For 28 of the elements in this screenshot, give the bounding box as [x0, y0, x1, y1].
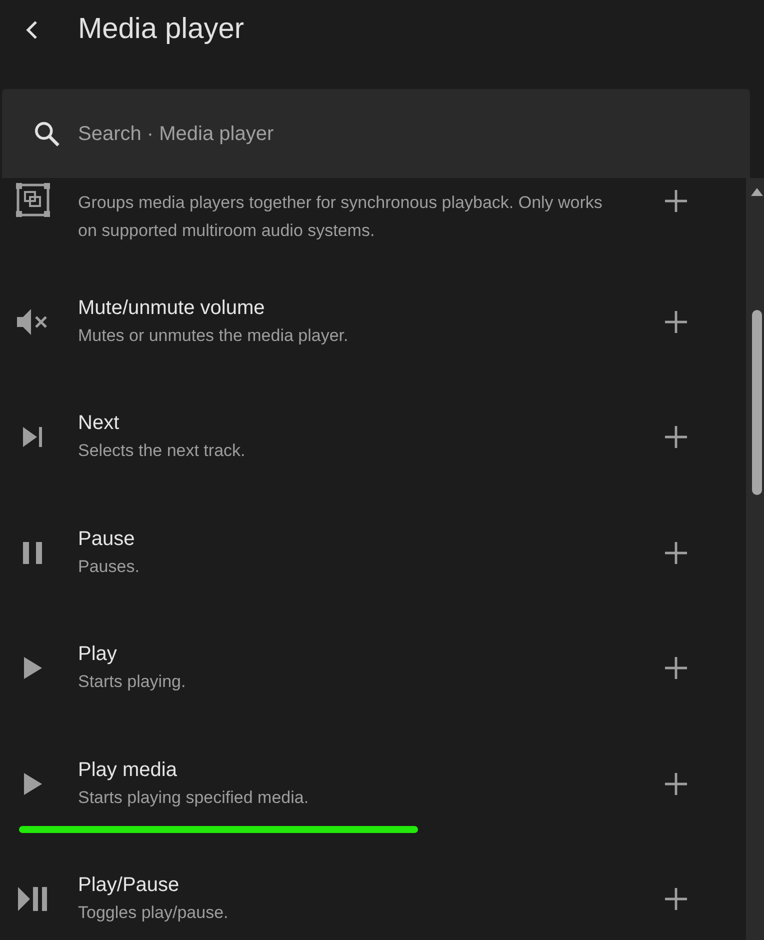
scrollbar-thumb[interactable] — [752, 310, 762, 495]
item-title: Pause — [78, 526, 136, 552]
search-field[interactable]: Search · Media player — [2, 89, 750, 178]
item-description: Pauses. — [78, 556, 140, 578]
page-title: Media player — [77, 12, 244, 46]
scroll-up-icon[interactable] — [751, 188, 763, 196]
item-description: Mutes or unmutes the media player. — [78, 324, 350, 347]
item-title: Play — [78, 642, 118, 668]
item-title: Play/Pause — [78, 873, 180, 898]
item-title: Mute/unmute volume — [78, 296, 266, 321]
muted-speaker-icon — [17, 308, 49, 335]
item-description: Starts playing. — [78, 671, 187, 694]
item-description: Starts playing specified media. — [78, 786, 310, 809]
item-description: Toggles play/pause. — [78, 902, 230, 924]
item-description: Selects the next track. — [78, 440, 246, 462]
play-pause-icon — [18, 887, 48, 912]
play-icon — [24, 772, 42, 795]
add-button[interactable] — [662, 187, 690, 215]
pause-icon — [23, 542, 43, 564]
search-field[interactable]: Search · Media player — [76, 118, 750, 150]
item-title: Next — [78, 411, 120, 436]
back-icon — [25, 19, 39, 41]
item-title: Play media — [78, 758, 178, 783]
play-icon — [24, 657, 42, 680]
item-description: Groups media players together for synchronous playback. Only works on supported multiroom audio systems. — [78, 192, 604, 242]
join-icon — [15, 182, 51, 218]
scrollbar[interactable] — [746, 178, 764, 940]
skip-next-icon — [22, 427, 44, 448]
